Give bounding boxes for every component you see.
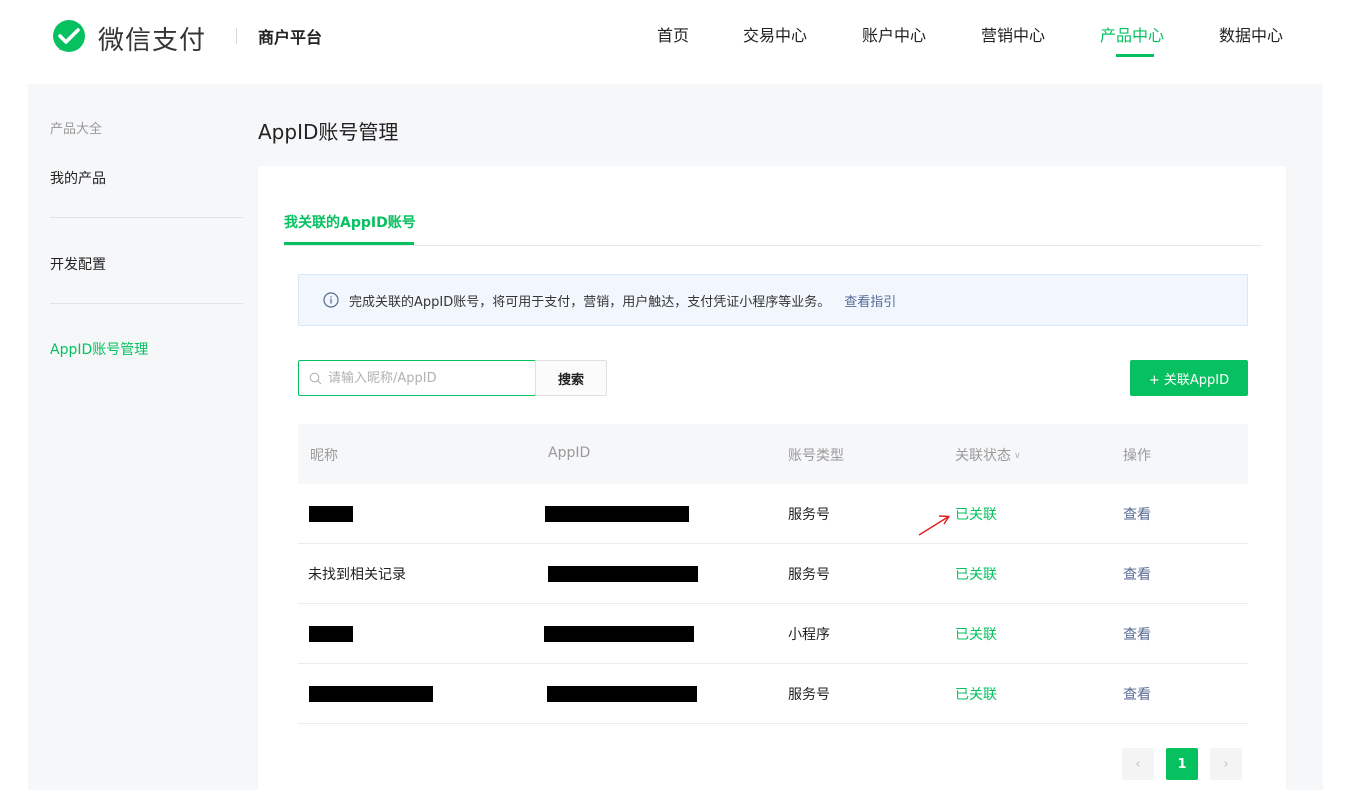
link-appid-button[interactable]: + 关联AppID	[1130, 360, 1248, 396]
chevron-down-icon: ∨	[1014, 451, 1021, 461]
account-type: 服务号	[788, 687, 830, 703]
info-icon	[323, 292, 339, 308]
sidebar-item-appid-management[interactable]: AppID账号管理	[50, 339, 148, 359]
annotation-arrow-icon	[918, 515, 950, 536]
sidebar-item-dev-config[interactable]: 开发配置	[50, 254, 106, 274]
header-divider	[236, 28, 237, 44]
pagination-prev-button[interactable]: ‹	[1122, 748, 1154, 780]
nav-account[interactable]: 账户中心	[862, 22, 926, 46]
column-header-type: 账号类型	[788, 448, 844, 464]
view-link[interactable]: 查看	[1123, 504, 1151, 524]
link-status: 已关联	[955, 687, 997, 703]
redacted-nickname	[309, 626, 353, 642]
column-header-status-sort[interactable]: 关联状态 ∨	[955, 445, 1021, 465]
sidebar-divider	[50, 217, 243, 218]
wechat-pay-logo[interactable]: 微信支付	[50, 18, 206, 58]
info-notice: 完成关联的AppID账号，将可用于支付，营销，用户触达，支付凭证小程序等业务。 …	[298, 274, 1248, 326]
link-status: 已关联	[955, 507, 997, 523]
search-button[interactable]: 搜索	[535, 360, 607, 396]
sidebar-item-my-products[interactable]: 我的产品	[50, 168, 106, 188]
notice-text: 完成关联的AppID账号，将可用于支付，营销，用户触达，支付凭证小程序等业务。	[349, 294, 831, 310]
column-header-status: 关联状态	[955, 448, 1011, 464]
brand-name: 微信支付	[98, 25, 207, 56]
sidebar-divider	[50, 303, 243, 304]
link-status: 已关联	[955, 567, 997, 583]
nav-active-underline	[1116, 54, 1154, 57]
top-bar: 微信支付 商户平台 首页 交易中心 账户中心 营销中心 产品中心 数据中心	[0, 0, 1350, 84]
nickname: 未找到相关记录	[308, 567, 406, 583]
sidebar-group-title: 产品大全	[50, 122, 103, 137]
table-header: 昵称 AppID 账号类型 关联状态 ∨ 操作	[298, 424, 1248, 484]
redacted-appid	[544, 626, 694, 642]
account-type: 小程序	[788, 627, 830, 643]
view-guide-link[interactable]: 查看指引	[844, 291, 896, 310]
wechat-pay-logo-icon	[53, 20, 85, 52]
redacted-appid	[547, 686, 697, 702]
search-field[interactable]	[298, 360, 536, 396]
table-row: 服务号 已关联 查看	[298, 664, 1248, 724]
search-icon	[309, 372, 322, 384]
content-card: 我关联的AppID账号 完成关联的AppID账号，将可用于支付，营销，用户触达，…	[258, 166, 1286, 790]
tab-linked-appids[interactable]: 我关联的AppID账号	[284, 212, 416, 232]
nav-home[interactable]: 首页	[657, 22, 689, 46]
view-link[interactable]: 查看	[1123, 564, 1151, 584]
nav-marketing[interactable]: 营销中心	[981, 22, 1045, 46]
page-title: AppID账号管理	[258, 120, 399, 144]
nav-products[interactable]: 产品中心	[1100, 22, 1164, 46]
table-row: 未找到相关记录 服务号 已关联 查看	[298, 544, 1248, 604]
redacted-nickname	[309, 506, 353, 522]
column-header-appid: AppID	[548, 445, 591, 461]
redacted-nickname	[309, 686, 433, 702]
platform-name: 商户平台	[258, 28, 323, 47]
account-type: 服务号	[788, 567, 830, 583]
account-type: 服务号	[788, 507, 830, 523]
pagination-next-button[interactable]: ›	[1210, 748, 1242, 780]
table-row: 服务号 已关联 查看	[298, 484, 1248, 544]
search-input[interactable]	[328, 370, 518, 386]
nav-transactions[interactable]: 交易中心	[743, 22, 807, 46]
pagination-page-1[interactable]: 1	[1166, 748, 1198, 780]
nav-data[interactable]: 数据中心	[1219, 22, 1283, 46]
link-status: 已关联	[955, 627, 997, 643]
appid-table: 昵称 AppID 账号类型 关联状态 ∨ 操作 服务号 已关联 查看 未找到相关记…	[298, 424, 1248, 724]
table-row: 小程序 已关联 查看	[298, 604, 1248, 664]
column-header-action: 操作	[1123, 448, 1151, 464]
view-link[interactable]: 查看	[1123, 624, 1151, 644]
column-header-nickname: 昵称	[310, 448, 338, 464]
view-link[interactable]: 查看	[1123, 684, 1151, 704]
tab-divider	[284, 245, 1262, 246]
redacted-appid	[545, 506, 689, 522]
redacted-appid	[548, 566, 698, 582]
